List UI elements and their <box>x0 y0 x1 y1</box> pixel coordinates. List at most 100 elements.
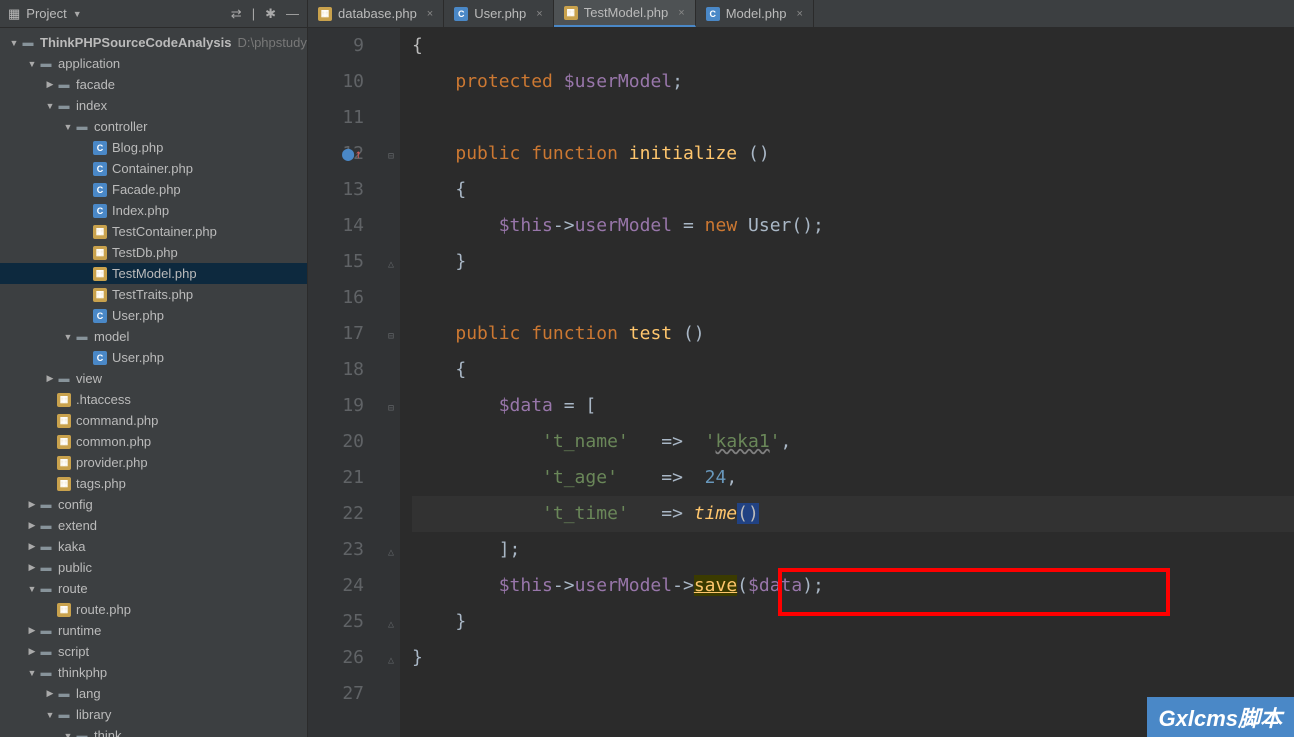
line-number: 20 <box>308 424 364 460</box>
tree-item[interactable]: ▼▬application <box>0 53 307 74</box>
code-line[interactable]: 't_time' => time() <box>412 496 1294 532</box>
tree-item-label: lang <box>76 686 101 701</box>
line-number: 24 <box>308 568 364 604</box>
tree-item[interactable]: CFacade.php <box>0 179 307 200</box>
tree-item[interactable]: CUser.php <box>0 347 307 368</box>
close-icon[interactable]: × <box>536 8 542 20</box>
tree-item[interactable]: ▶▬lang <box>0 683 307 704</box>
tree-item[interactable]: CContainer.php <box>0 158 307 179</box>
tree-item-label: application <box>58 56 120 71</box>
tree-item[interactable]: ▼▬controller <box>0 116 307 137</box>
tree-item[interactable]: ▦TestTraits.php <box>0 284 307 305</box>
fold-marker[interactable]: △ <box>382 532 400 568</box>
fold-marker <box>382 460 400 496</box>
settings-icon[interactable]: ✱ <box>265 6 276 22</box>
tree-item[interactable]: CBlog.php <box>0 137 307 158</box>
fold-marker[interactable]: △ <box>382 604 400 640</box>
tree-item[interactable]: ▶▬extend <box>0 515 307 536</box>
editor-tab[interactable]: CUser.php× <box>444 0 553 27</box>
php-file-icon: ▦ <box>92 245 108 261</box>
editor-tab[interactable]: ▦database.php× <box>308 0 444 27</box>
code-line[interactable]: $data = [ <box>412 388 1294 424</box>
tree-item-label: public <box>58 560 92 575</box>
editor-tab[interactable]: CModel.php× <box>696 0 814 27</box>
tree-root[interactable]: ▼ ▬ ThinkPHPSourceCodeAnalysis D:\phpstu… <box>0 32 307 53</box>
tree-item[interactable]: ▶▬kaka <box>0 536 307 557</box>
close-icon[interactable]: × <box>796 8 802 20</box>
php-class-icon: C <box>92 350 108 366</box>
tree-item[interactable]: ▶▬view <box>0 368 307 389</box>
close-icon[interactable]: × <box>678 7 684 19</box>
code-line[interactable]: { <box>412 28 1294 64</box>
editor-tabs: ▦database.php×CUser.php×▦TestModel.php×C… <box>308 0 1294 28</box>
tree-item[interactable]: ▼▬think <box>0 725 307 737</box>
fold-column[interactable]: ⊟△⊟⊟△△△ <box>382 28 400 737</box>
tree-item[interactable]: ▶▬script <box>0 641 307 662</box>
tree-item[interactable]: ▶▬runtime <box>0 620 307 641</box>
tree-item[interactable]: ▼▬route <box>0 578 307 599</box>
tree-item-label: model <box>94 329 129 344</box>
tree-item[interactable]: ▦TestContainer.php <box>0 221 307 242</box>
hide-icon[interactable]: — <box>286 6 299 21</box>
line-number: 27 <box>308 676 364 712</box>
tree-item[interactable]: ▦tags.php <box>0 473 307 494</box>
code-line[interactable]: { <box>412 352 1294 388</box>
tree-item[interactable]: ▦common.php <box>0 431 307 452</box>
fold-marker[interactable]: ⊟ <box>382 316 400 352</box>
tree-item[interactable]: ▼▬thinkphp <box>0 662 307 683</box>
php-file-icon: ▦ <box>92 266 108 282</box>
tree-item-label: library <box>76 707 111 722</box>
tree-item-label: runtime <box>58 623 101 638</box>
code-line[interactable]: 't_name' => 'kaka1', <box>412 424 1294 460</box>
code-line[interactable] <box>412 280 1294 316</box>
tree-item[interactable]: CUser.php <box>0 305 307 326</box>
fold-marker[interactable]: △ <box>382 640 400 676</box>
fold-marker[interactable]: ⊟ <box>382 136 400 172</box>
code-line[interactable]: } <box>412 244 1294 280</box>
project-tree[interactable]: ▼ ▬ ThinkPHPSourceCodeAnalysis D:\phpstu… <box>0 28 307 737</box>
tree-item[interactable]: ▶▬facade <box>0 74 307 95</box>
code-line[interactable]: public function test () <box>412 316 1294 352</box>
tree-item[interactable]: ▶▬public <box>0 557 307 578</box>
tree-arrow-icon: ▼ <box>26 668 38 678</box>
tree-item[interactable]: ▦TestModel.php <box>0 263 307 284</box>
code-line[interactable]: } <box>412 640 1294 676</box>
fold-marker[interactable]: △ <box>382 244 400 280</box>
folder-icon: ▬ <box>38 539 54 555</box>
collapse-icon[interactable]: ⇄ <box>231 6 242 22</box>
code-line[interactable]: 't_age' => 24, <box>412 460 1294 496</box>
line-number: 21 <box>308 460 364 496</box>
code-line[interactable]: protected $userModel; <box>412 64 1294 100</box>
code-line[interactable]: } <box>412 604 1294 640</box>
tree-item[interactable]: ▦TestDb.php <box>0 242 307 263</box>
code-editor[interactable]: 9101112⬤↑131415161718192021222324252627 … <box>308 28 1294 737</box>
editor-tab[interactable]: ▦TestModel.php× <box>554 0 696 27</box>
fold-marker[interactable]: ⊟ <box>382 388 400 424</box>
code-content[interactable]: { protected $userModel; public function … <box>400 28 1294 737</box>
tree-item[interactable]: ▶▬config <box>0 494 307 515</box>
override-marker-icon[interactable]: ⬤↑ <box>341 136 362 172</box>
tree-item[interactable]: ▦command.php <box>0 410 307 431</box>
tree-item[interactable]: ▦provider.php <box>0 452 307 473</box>
folder-icon: ▬ <box>38 665 54 681</box>
sidebar-title-text: Project <box>26 6 66 21</box>
tree-item-label: Container.php <box>112 161 193 176</box>
tab-label: Model.php <box>726 6 787 21</box>
tree-item[interactable]: CIndex.php <box>0 200 307 221</box>
code-line[interactable]: $this->userModel = new User(); <box>412 208 1294 244</box>
code-line[interactable] <box>412 100 1294 136</box>
tree-item[interactable]: ▦.htaccess <box>0 389 307 410</box>
tree-arrow-icon: ▼ <box>62 332 74 342</box>
code-line[interactable]: { <box>412 172 1294 208</box>
tree-item[interactable]: ▼▬model <box>0 326 307 347</box>
fold-marker <box>382 568 400 604</box>
tree-item[interactable]: ▼▬index <box>0 95 307 116</box>
file-icon: ▦ <box>318 7 332 21</box>
code-line[interactable]: ]; <box>412 532 1294 568</box>
close-icon[interactable]: × <box>427 8 433 20</box>
sidebar-title-dropdown[interactable]: ▦ Project ▼ <box>8 6 227 22</box>
tree-item[interactable]: ▼▬library <box>0 704 307 725</box>
tree-item[interactable]: ▦route.php <box>0 599 307 620</box>
code-line[interactable]: public function initialize () <box>412 136 1294 172</box>
code-line[interactable]: $this->userModel->save($data); <box>412 568 1294 604</box>
